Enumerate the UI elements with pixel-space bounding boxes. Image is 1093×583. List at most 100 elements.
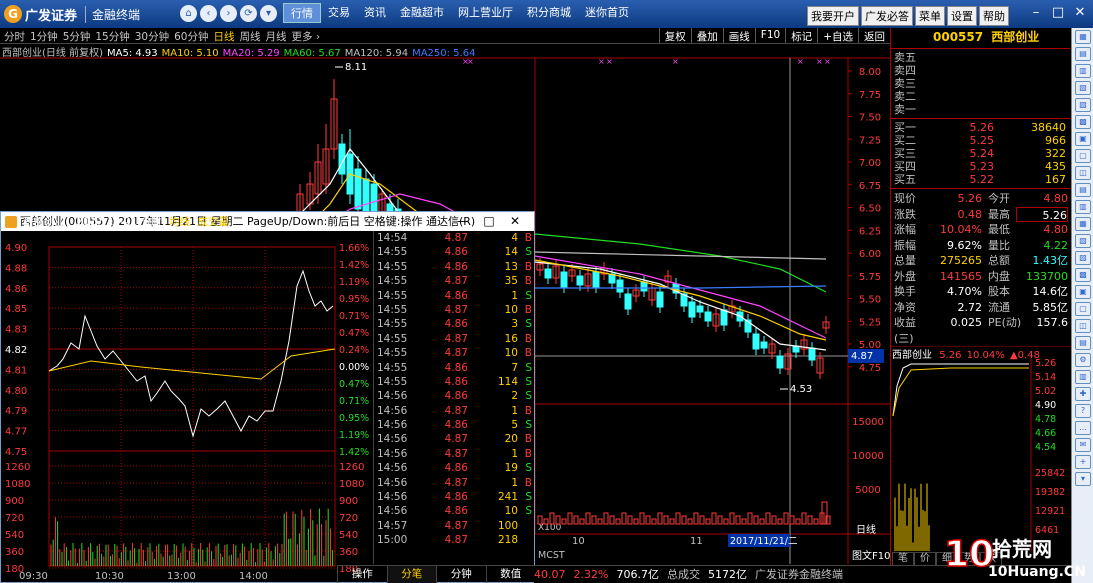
tick-side: S	[525, 361, 532, 374]
board-icon[interactable]: ▣	[1075, 132, 1091, 146]
option-icon[interactable]: ▧	[1075, 234, 1091, 248]
period-tab[interactable]: 更多 ›	[292, 29, 321, 44]
tick-price: 4.87	[444, 332, 468, 345]
help-icon[interactable]: ?	[1075, 404, 1091, 418]
tool-button[interactable]: 标记	[785, 28, 817, 43]
nav-item[interactable]: 金融超市	[393, 3, 451, 23]
volume-bar	[609, 515, 615, 525]
tool-button[interactable]: 画线	[722, 28, 755, 43]
period-tab[interactable]: 5分钟	[63, 29, 91, 44]
daily-tab[interactable]: 日线	[856, 523, 876, 536]
news-icon[interactable]: ▨	[1075, 98, 1091, 112]
popup-close-button[interactable]: ✕	[502, 212, 528, 231]
quote-tab[interactable]: 价	[914, 552, 936, 566]
mail-icon[interactable]: ✉	[1075, 438, 1091, 452]
tick-price: 4.86	[444, 375, 468, 388]
nav-item[interactable]: 积分商城	[520, 3, 578, 23]
popup-tab[interactable]: 操作	[337, 566, 387, 583]
period-tab[interactable]: 30分钟	[135, 29, 169, 44]
volume-label: 成交量	[197, 216, 229, 228]
popup-tab[interactable]: 分钟	[436, 566, 486, 583]
f10-icon[interactable]: ▩	[1075, 115, 1091, 129]
chart-icon[interactable]: ▥	[1075, 64, 1091, 78]
pc-icon[interactable]: ▤	[1075, 336, 1091, 350]
tool-icon[interactable]: ◫	[1075, 319, 1091, 333]
alert-icon[interactable]: ▨	[1075, 251, 1091, 265]
maximize-button[interactable]: □	[1047, 2, 1069, 24]
tick-volume: 1	[511, 447, 518, 460]
forward-icon[interactable]: ›	[220, 5, 237, 22]
home-icon[interactable]: ⌂	[180, 5, 197, 22]
mini-intraday-chart[interactable]: 5.26 5.14 5.02 4.90 4.78 4.66 4.54 25842 19382 12…	[891, 346, 1071, 551]
list-icon[interactable]: ▤	[1075, 183, 1091, 197]
period-tab[interactable]: 月线	[266, 29, 287, 44]
period-tab[interactable]: 分时	[4, 29, 25, 44]
nav-item[interactable]: 资讯	[357, 3, 393, 23]
nav-item[interactable]: 交易	[321, 3, 357, 23]
back-icon[interactable]: ‹	[200, 5, 217, 22]
period-tab[interactable]: 日线	[214, 29, 235, 44]
cross-icon[interactable]: ✚	[1075, 387, 1091, 401]
sort-icon[interactable]: ▢	[1075, 302, 1091, 316]
nav-item[interactable]: 迷你首页	[578, 3, 636, 23]
bond-icon[interactable]: ▦	[1075, 217, 1091, 231]
tool-button[interactable]: F10	[754, 28, 785, 43]
ask-price	[954, 51, 994, 64]
calc-icon[interactable]: ▣	[1075, 285, 1091, 299]
gear-icon[interactable]: ⚙	[1075, 353, 1091, 367]
nav-item[interactable]: 网上营业厅	[451, 3, 520, 23]
tick-list[interactable]: 14:54 4.87 4 B 14:55 4.86 14 S 14:55 4.86 13 B 14:55…	[373, 231, 535, 564]
tick-side: S	[525, 462, 532, 475]
bid-row: 买四 5.23 435	[891, 160, 1070, 173]
note-icon[interactable]: ▩	[1075, 268, 1091, 282]
tool-button[interactable]: 复权	[658, 28, 691, 43]
index-icon[interactable]: ◫	[1075, 166, 1091, 180]
top-button[interactable]: 广发必答	[861, 6, 913, 26]
popup-tab[interactable]: 数值	[485, 566, 536, 583]
lock-icon[interactable]: ▾	[260, 5, 277, 22]
more-icon[interactable]: …	[1075, 421, 1091, 435]
period-tab[interactable]: 1分钟	[30, 29, 58, 44]
nav-item[interactable]: 行情	[283, 3, 321, 23]
quote-icon[interactable]: ▤	[1075, 47, 1091, 61]
ma-legend: 西部创业(日线 前复权) MA5: 4.93 MA10: 5.10 MA20: 5.2…	[2, 44, 479, 59]
down-icon[interactable]: ▾	[1075, 472, 1091, 486]
filter-icon[interactable]: ▥	[1075, 370, 1091, 384]
tick-time: 14:54	[377, 232, 408, 244]
plus-icon[interactable]: +	[1075, 455, 1091, 469]
period-tab[interactable]: 周线	[240, 29, 261, 44]
close-button[interactable]: ✕	[1069, 2, 1091, 24]
sector-icon[interactable]: ▢	[1075, 149, 1091, 163]
minimize-button[interactable]: –	[1025, 2, 1047, 24]
intraday-avg-line	[48, 348, 336, 380]
tick-row: 14:55 4.86 114 S	[374, 375, 535, 389]
tool-button[interactable]: 返回	[858, 28, 890, 43]
quote-tab[interactable]: 笔	[892, 552, 914, 566]
top-button[interactable]: 设置	[947, 6, 977, 26]
top-button[interactable]: 帮助	[979, 6, 1009, 26]
intraday-pct-tick: 1.66%	[339, 243, 369, 254]
tool-button[interactable]: +自选	[817, 28, 858, 43]
tick-price: 4.86	[444, 289, 468, 302]
candle	[688, 301, 696, 318]
tool-button[interactable]: 叠加	[690, 28, 723, 43]
intraday-chart[interactable]: 4.90 4.88 4.86 4.85 4.83 4.82 4.81 4.80 4.79 4.77…	[1, 231, 373, 583]
period-tab[interactable]: 60分钟	[174, 29, 208, 44]
volume-tick-label: 5000	[855, 485, 880, 496]
top-button[interactable]: 菜单	[915, 6, 945, 26]
popup-tab[interactable]: 分笔	[386, 566, 436, 583]
candle	[776, 355, 784, 369]
period-tab[interactable]: 15分钟	[95, 29, 129, 44]
tick-volume: 114	[497, 375, 518, 388]
rank-icon[interactable]: ▧	[1075, 81, 1091, 95]
fund-icon[interactable]: ▥	[1075, 200, 1091, 214]
popup-minimize-button[interactable]: —	[450, 212, 476, 231]
popup-maximize-button[interactable]: □	[476, 212, 502, 231]
nav-icon[interactable]: ▦	[1075, 30, 1091, 44]
tick-side: S	[525, 505, 532, 518]
volume-bar	[591, 515, 597, 525]
ask-row: 卖二	[891, 90, 1070, 103]
f10-tab[interactable]: 图文F10	[852, 549, 890, 562]
top-button[interactable]: 我要开户	[807, 6, 859, 26]
refresh-icon[interactable]: ⟳	[240, 5, 257, 22]
